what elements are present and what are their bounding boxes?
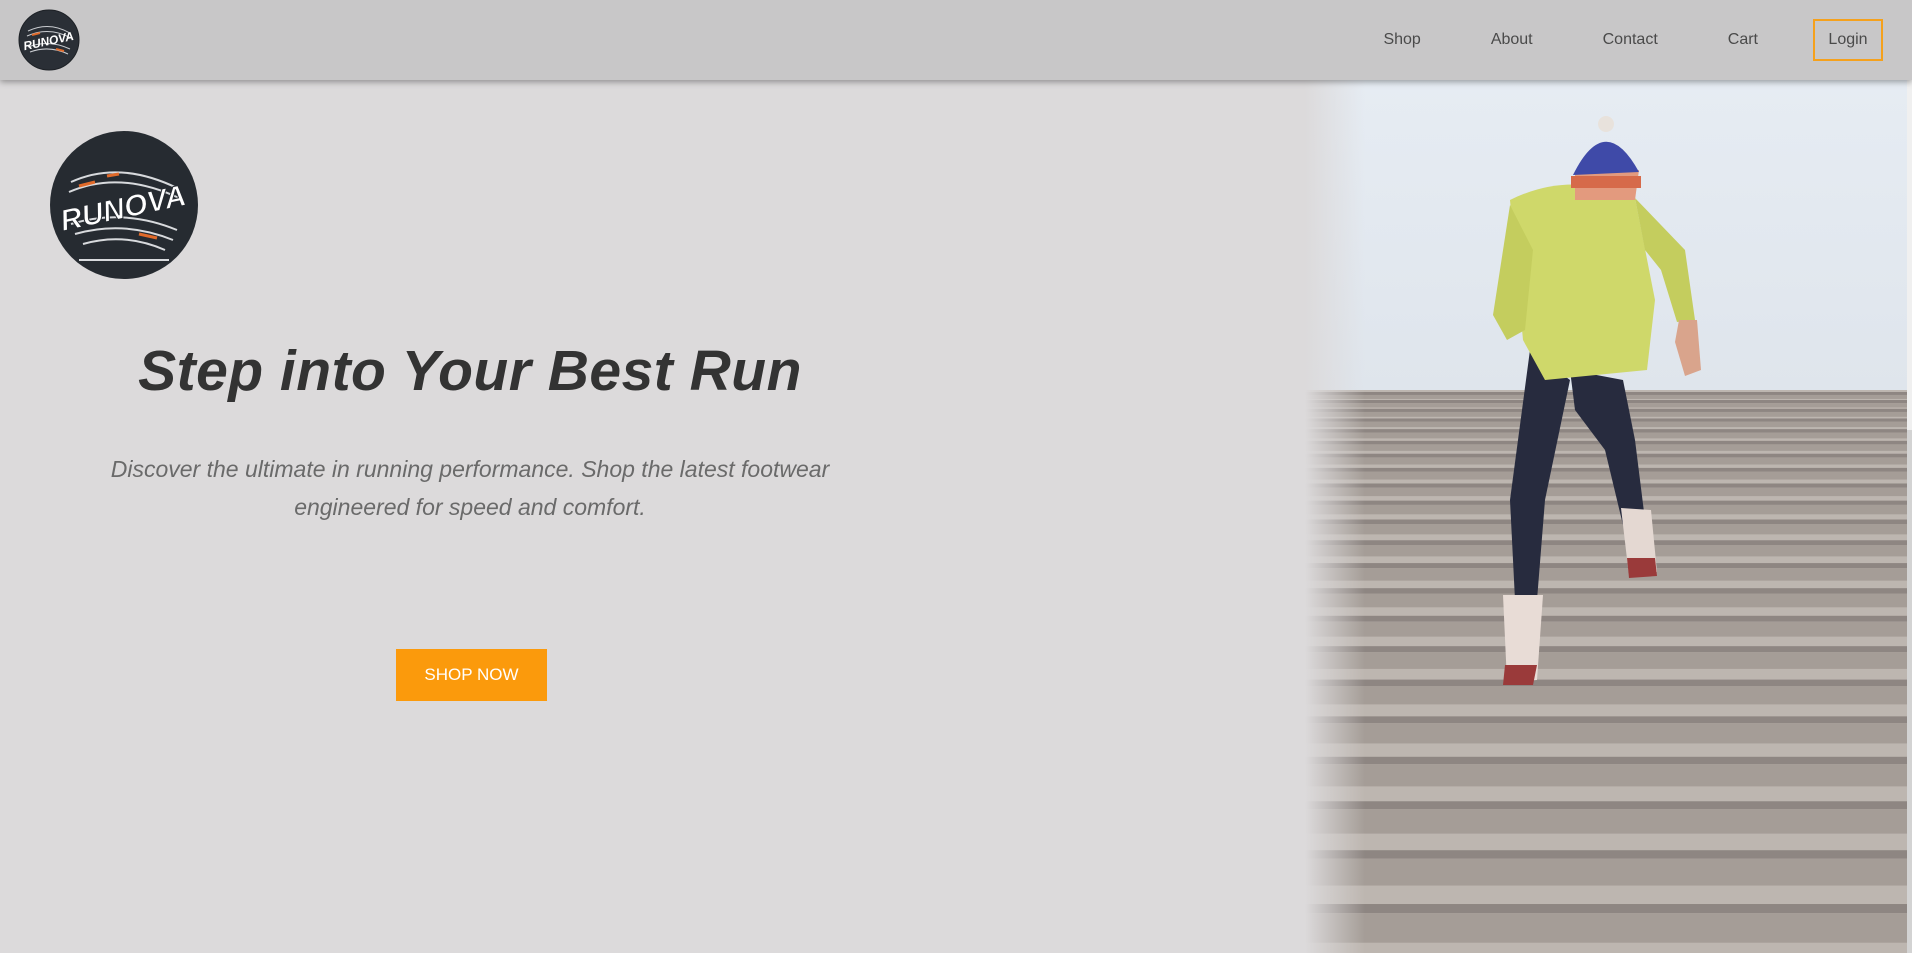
scrollbar-thumb[interactable]: [1907, 80, 1912, 430]
stair-face: [1305, 809, 1907, 834]
hero-logo: RUNOVA: [49, 130, 199, 280]
runova-logo-large-icon: RUNOVA: [50, 131, 198, 279]
hero-subtitle: Discover the ultimate in running perform…: [110, 456, 830, 520]
stair-edge: [1305, 540, 1907, 545]
stair-edge: [1305, 850, 1907, 859]
hero-image: [1305, 80, 1907, 953]
nav-links: Shop About Contact Cart Login: [1383, 0, 1883, 80]
stair-edge: [1305, 588, 1907, 594]
runova-logo-icon: RUNOVA: [18, 9, 80, 71]
stair-face: [1305, 593, 1907, 608]
nav-link-shop[interactable]: Shop: [1383, 31, 1420, 49]
stair-face: [1305, 504, 1907, 515]
stair-face: [1305, 723, 1907, 744]
stair-edge: [1305, 756, 1907, 765]
runner-photo-icon: [1305, 80, 1907, 953]
stair-face: [1305, 568, 1907, 581]
stair-edge: [1305, 483, 1907, 488]
stair-face: [1305, 544, 1907, 557]
shop-now-button[interactable]: SHOP NOW: [396, 649, 547, 701]
stair-edge: [1305, 716, 1907, 724]
stair-edge: [1305, 519, 1907, 524]
nav-link-contact[interactable]: Contact: [1603, 31, 1658, 49]
stair-edge: [1305, 801, 1907, 810]
stair-edge: [1305, 500, 1907, 505]
navbar: RUNOVA Shop About Contact Cart Login: [0, 0, 1912, 80]
hero-title: Step into Your Best Run: [138, 339, 802, 403]
stair-edge: [1305, 615, 1907, 622]
login-button[interactable]: Login: [1813, 19, 1883, 61]
image-fade-overlay: [1305, 80, 1365, 953]
stair-face: [1305, 487, 1907, 497]
stair-face: [1305, 764, 1907, 787]
stair-edge: [1305, 646, 1907, 653]
nav-link-about[interactable]: About: [1491, 31, 1533, 49]
stair-edge: [1305, 563, 1907, 569]
stair-face: [1305, 621, 1907, 637]
stair-edge: [1305, 467, 1907, 472]
stair-face: [1305, 523, 1907, 535]
nav-logo[interactable]: RUNOVA: [18, 9, 80, 71]
nav-link-cart[interactable]: Cart: [1728, 31, 1758, 49]
stair-face: [1305, 457, 1907, 465]
stair-face: [1305, 652, 1907, 669]
stair-edge: [1305, 679, 1907, 687]
stair-face: [1305, 913, 1907, 943]
stair-face: [1305, 471, 1907, 480]
stair-edge: [1305, 904, 1907, 914]
stair-face: [1305, 858, 1907, 886]
stair-face: [1305, 686, 1907, 705]
stair-edge: [1305, 453, 1907, 458]
